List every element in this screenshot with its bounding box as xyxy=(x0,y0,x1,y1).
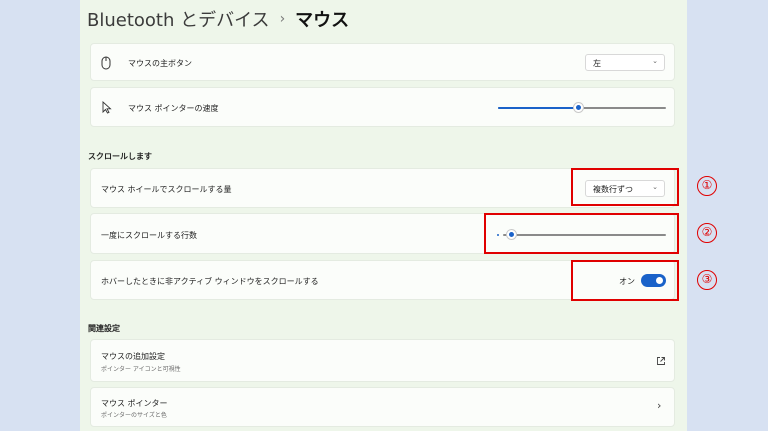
additional-settings-title: マウスの追加設定 xyxy=(101,352,165,361)
pointer-speed-fill xyxy=(498,107,579,109)
annotation-box-3 xyxy=(571,260,679,301)
pointer-speed-label: マウス ポインターの速度 xyxy=(128,104,219,113)
chevron-right-icon: › xyxy=(657,399,662,412)
page-title: マウス xyxy=(295,10,350,31)
scroll-section-heading: スクロールします xyxy=(88,152,152,161)
pointer-icon xyxy=(102,101,112,114)
annotation-box-2 xyxy=(484,213,679,254)
annotation-box-1 xyxy=(571,168,679,206)
mouse-pointer-subtitle: ポインターのサイズと色 xyxy=(101,412,167,419)
mouse-icon xyxy=(101,56,111,70)
lines-at-once-label: 一度にスクロールする行数 xyxy=(101,231,197,240)
related-section-heading: 関連設定 xyxy=(88,324,120,333)
primary-button-value: 左 xyxy=(593,59,601,68)
mouse-pointer-title: マウス ポインター xyxy=(101,399,168,408)
primary-button-select[interactable]: 左 ⌄ xyxy=(585,54,665,71)
primary-button-card: マウスの主ボタン 左 ⌄ xyxy=(90,43,675,81)
pointer-speed-card: マウス ポインターの速度 xyxy=(90,87,675,127)
annotation-number-2: ② xyxy=(697,223,717,243)
primary-button-label: マウスの主ボタン xyxy=(128,59,192,68)
annotation-number-3: ③ xyxy=(697,270,717,290)
chevron-down-icon: ⌄ xyxy=(652,57,658,65)
mouse-pointer-card[interactable]: マウス ポインター ポインターのサイズと色 › xyxy=(90,387,675,427)
pointer-speed-slider[interactable] xyxy=(574,103,584,112)
inactive-scroll-label: ホバーしたときに非アクティブ ウィンドウをスクロールする xyxy=(101,277,319,286)
breadcrumb: Bluetooth とデバイス › マウス xyxy=(87,6,349,32)
breadcrumb-separator: › xyxy=(279,11,286,27)
wheel-scroll-label: マウス ホイールでスクロールする量 xyxy=(101,185,232,194)
additional-settings-card[interactable]: マウスの追加設定 ポインター アイコンと可視性 xyxy=(90,339,675,382)
additional-settings-subtitle: ポインター アイコンと可視性 xyxy=(101,366,181,373)
annotation-number-1: ① xyxy=(697,176,717,196)
breadcrumb-parent[interactable]: Bluetooth とデバイス xyxy=(87,6,270,32)
external-link-icon xyxy=(657,357,665,365)
